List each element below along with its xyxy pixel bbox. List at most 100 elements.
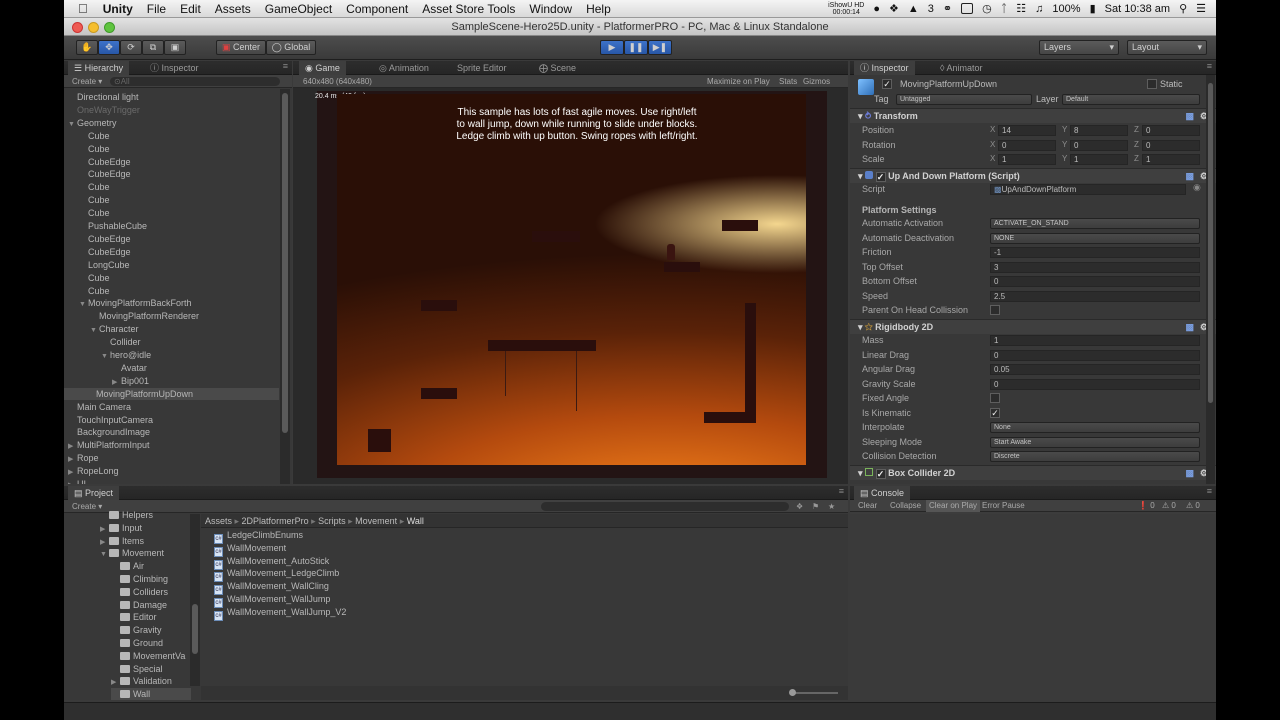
tab-inspector-left[interactable]: ⓘ Inspector	[144, 61, 205, 75]
tab-project[interactable]: ▤ Project	[68, 486, 120, 500]
panel-menu-icon[interactable]: ≡	[839, 486, 844, 496]
hierarchy-item[interactable]: CubeEdge	[79, 233, 131, 245]
breadcrumb-item[interactable]: Movement	[355, 516, 397, 526]
spotlight-icon[interactable]: ⚲	[1179, 2, 1187, 15]
bluetooth-icon[interactable]: ᛏ	[1001, 3, 1008, 15]
hierarchy-scrollbar[interactable]	[280, 89, 290, 484]
transform-scale-x-field[interactable]: 1	[998, 154, 1056, 165]
tag-dropdown[interactable]: Untagged	[896, 94, 1032, 105]
menu-asset-store-tools[interactable]: Asset Store Tools	[415, 2, 522, 16]
project-folder-item[interactable]: Air	[111, 560, 144, 572]
console-collapse-button[interactable]: Collapse	[890, 500, 921, 512]
tab-sprite-editor[interactable]: Sprite Editor	[451, 61, 513, 75]
transform-position-x-field[interactable]: 14	[998, 125, 1056, 136]
layer-dropdown[interactable]: Default	[1062, 94, 1200, 105]
field-checkbox[interactable]: ✓	[990, 407, 1000, 418]
tab-animation[interactable]: ◎ Animation	[373, 61, 435, 75]
tab-console[interactable]: ▤ Console	[854, 486, 911, 500]
hierarchy-item[interactable]: CubeEdge	[79, 156, 131, 168]
project-file-item[interactable]: c# WallMovement_AutoStick	[214, 555, 329, 570]
display-icon[interactable]	[961, 3, 974, 14]
boxcollider2d-header[interactable]: ▾ ✓ Box Collider 2D ▩ ⚙	[850, 465, 1216, 480]
hierarchy-item[interactable]: Cube	[79, 130, 110, 142]
breadcrumb-item[interactable]: Scripts	[318, 516, 346, 526]
layout-dropdown[interactable]: Layout ▾	[1127, 40, 1207, 55]
field-dropdown[interactable]: Start Awake	[990, 436, 1200, 448]
transform-rotation-y-field[interactable]: 0	[1070, 139, 1128, 151]
foldout-arrow-icon[interactable]: ▼	[68, 119, 77, 131]
object-picker-icon[interactable]: ◉	[1193, 182, 1201, 193]
hierarchy-item[interactable]: ▼ MovingPlatformBackForth	[79, 297, 192, 309]
minimize-window-button[interactable]	[88, 22, 99, 33]
foldout-arrow-icon[interactable]: ▼	[101, 351, 110, 363]
hierarchy-item[interactable]: ▶ Bip001	[112, 375, 149, 387]
project-folder-item[interactable]: Ground	[111, 637, 163, 649]
static-checkbox[interactable]	[1147, 79, 1157, 89]
hierarchy-item[interactable]: ▼ Character	[90, 323, 139, 335]
panel-menu-icon[interactable]: ≡	[1207, 486, 1212, 496]
rotate-tool-icon[interactable]: ⟳	[120, 40, 142, 55]
hierarchy-item[interactable]: Main Camera	[68, 401, 131, 413]
tab-game[interactable]: ◉ Game	[299, 61, 346, 75]
project-file-item[interactable]: c# WallMovement	[214, 542, 286, 557]
field-input[interactable]: 3	[990, 261, 1200, 273]
hierarchy-item[interactable]: OneWayTrigger	[68, 104, 140, 116]
scale-tool-icon[interactable]: ⧉	[142, 40, 164, 55]
menu-window[interactable]: Window	[522, 2, 579, 16]
console-error-pause-toggle[interactable]: Error Pause	[982, 500, 1025, 512]
headphones-icon[interactable]: ⚭	[943, 2, 952, 15]
wifi-icon[interactable]: ☷	[1016, 2, 1026, 15]
hierarchy-item[interactable]: Cube	[79, 272, 110, 284]
breadcrumb-item[interactable]: Wall	[407, 516, 424, 526]
field-checkbox[interactable]	[990, 393, 1000, 403]
project-folder-item[interactable]: ▼ Movement	[100, 547, 164, 559]
inspector-scroll-thumb[interactable]	[1208, 83, 1213, 403]
breadcrumb-item[interactable]: Assets	[205, 516, 232, 526]
apple-icon[interactable]: 	[64, 1, 96, 16]
maximize-on-play-toggle[interactable]: Maximize on Play	[707, 75, 770, 88]
project-file-item[interactable]: c# WallMovement_WallJump_V2	[214, 606, 346, 621]
console-clear-button[interactable]: Clear	[858, 500, 877, 512]
layers-dropdown[interactable]: Layers ▾	[1039, 40, 1119, 55]
console-log-count[interactable]: ❗ 0	[1138, 500, 1155, 512]
menu-help[interactable]: Help	[579, 2, 618, 16]
boxcollider-enabled-checkbox[interactable]: ✓	[875, 469, 886, 479]
console-warning-count[interactable]: ⚠ 0	[1162, 500, 1176, 512]
hierarchy-item[interactable]: CubeEdge	[79, 246, 131, 258]
field-input[interactable]: 0	[990, 378, 1200, 390]
panel-menu-icon[interactable]: ≡	[1207, 61, 1212, 71]
menu-assets[interactable]: Assets	[208, 2, 258, 16]
gameobject-name-field[interactable]: MovingPlatformUpDown	[896, 79, 1136, 91]
icon-size-slider-knob[interactable]	[789, 689, 796, 696]
pivot-center-toggle[interactable]: ▣ Center	[216, 40, 266, 55]
field-dropdown[interactable]: None	[990, 422, 1200, 433]
field-dropdown[interactable]: ACTIVATE_ON_STAND	[990, 218, 1200, 229]
script-enabled-checkbox[interactable]: ✓	[875, 172, 886, 182]
hierarchy-item[interactable]: Cube	[79, 285, 110, 297]
project-folder-item[interactable]: Damage	[111, 599, 167, 611]
play-button[interactable]: ▶	[600, 40, 624, 55]
field-dropdown[interactable]: NONE	[990, 232, 1200, 244]
breadcrumb-item[interactable]: 2DPlatformerPro	[242, 516, 309, 526]
icon-size-slider[interactable]	[792, 692, 838, 694]
transform-position-y-field[interactable]: 8	[1070, 125, 1128, 136]
project-search-input[interactable]	[541, 502, 789, 511]
game-view[interactable]: This sample has lots of fast agile moves…	[337, 94, 806, 465]
evernote-icon[interactable]: ●	[873, 3, 880, 15]
menu-file[interactable]: File	[140, 2, 173, 16]
time-machine-icon[interactable]: ◷	[982, 2, 992, 15]
hierarchy-item[interactable]: MovingPlatformRenderer	[90, 310, 199, 322]
rigidbody2d-header[interactable]: ▾ ✩ Rigidbody 2D ▩ ⚙	[850, 319, 1216, 334]
hierarchy-item[interactable]: ▶ RopeLong	[68, 465, 119, 477]
battery-percent[interactable]: 100%	[1052, 3, 1080, 15]
hierarchy-item[interactable]: Cube	[79, 207, 110, 219]
project-tree-scrollbar[interactable]	[190, 514, 200, 686]
resolution-dropdown[interactable]: 640x480 (640x480)	[303, 75, 372, 88]
field-input[interactable]: -1	[990, 247, 1200, 258]
project-file-item[interactable]: c# WallMovement_WallCling	[214, 580, 329, 596]
hierarchy-item[interactable]: Directional light	[68, 91, 139, 103]
transform-rotation-x-field[interactable]: 0	[998, 139, 1056, 151]
hierarchy-item[interactable]: Cube	[79, 143, 110, 155]
hierarchy-search-input[interactable]: ⊙All	[110, 77, 280, 86]
console-log-area[interactable]	[850, 514, 1216, 700]
